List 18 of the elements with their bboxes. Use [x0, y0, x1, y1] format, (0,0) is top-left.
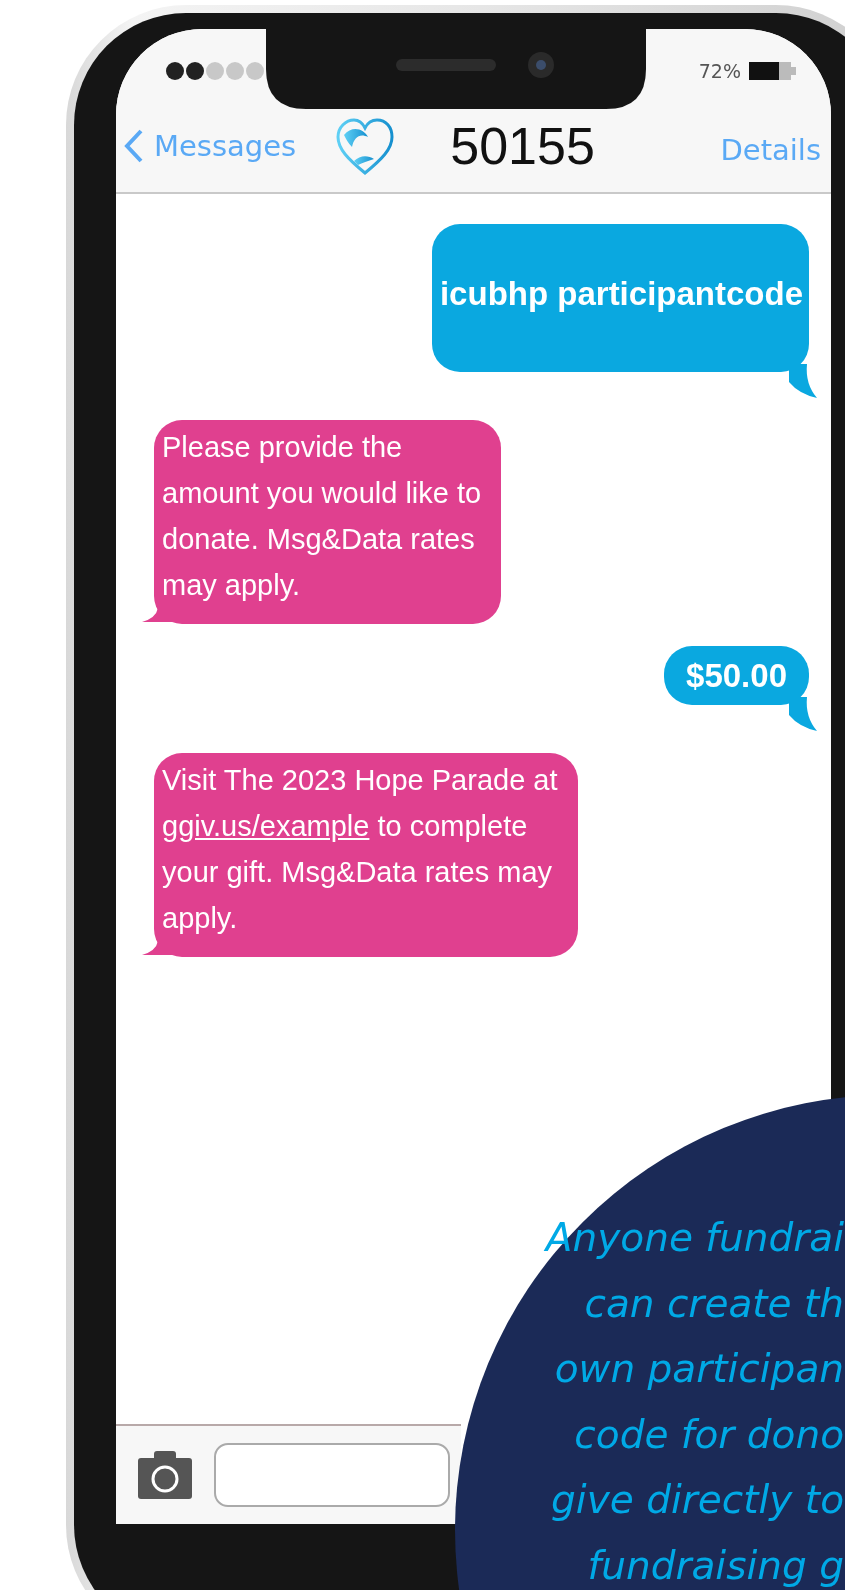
- sent-message: $50.00: [664, 645, 809, 706]
- bubble-tail: [142, 941, 172, 958]
- camera-icon[interactable]: [138, 1451, 192, 1499]
- bubble-tail: [142, 607, 172, 624]
- received-message: Please provide the amount you would like to donate. Msg&Data rates may apply.: [154, 419, 502, 624]
- bubble-tail: [789, 697, 819, 732]
- details-link[interactable]: Details: [720, 132, 821, 167]
- battery-icon: [749, 62, 797, 80]
- battery-percentage: 72%: [698, 60, 741, 82]
- message-input-field[interactable]: [214, 1443, 450, 1507]
- signal-strength-icon: [164, 60, 264, 82]
- received-message: Visit The 2023 Hope Parade at ggiv.us/example to complete your gift. Msg&Data rates may apply.: [154, 753, 578, 958]
- sent-message: icubhp participantcode: [431, 224, 809, 372]
- conversation-title: 50155: [450, 115, 595, 176]
- message-link[interactable]: ggiv.us/example: [162, 810, 370, 843]
- chevron-left-icon: [124, 128, 144, 163]
- back-button[interactable]: Messages: [124, 128, 297, 163]
- bubble-tail: [789, 363, 819, 398]
